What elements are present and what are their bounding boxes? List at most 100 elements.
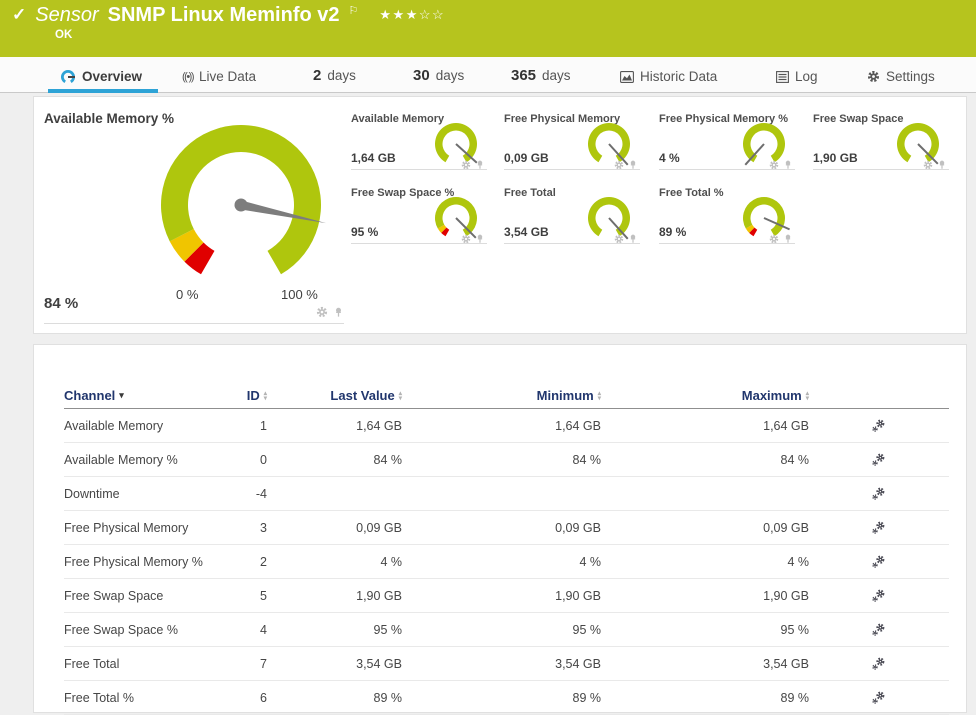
pin-icon[interactable] <box>783 157 793 175</box>
channel-gauge-value: 95 % <box>351 225 379 239</box>
cell-last-value: 0,09 GB <box>356 520 402 535</box>
gauge-scale-max: 100 % <box>281 287 318 302</box>
log-list-icon <box>776 70 789 83</box>
gear-icon[interactable] <box>923 157 933 175</box>
channel-settings-icon[interactable] <box>809 691 949 705</box>
gear-icon[interactable] <box>614 157 624 175</box>
divider <box>351 169 487 170</box>
column-header-last-value[interactable]: Last Value ▴ ▾ <box>267 388 402 403</box>
gear-icon <box>867 70 880 83</box>
divider <box>351 243 487 244</box>
cell-id: -4 <box>255 486 267 501</box>
tab-settings[interactable]: Settings <box>867 69 935 84</box>
cell-last-value: 3,54 GB <box>356 656 402 671</box>
priority-stars[interactable]: ★★★☆☆ <box>379 7 445 23</box>
table-row[interactable]: Free Physical Memory 3 0,09 GB 0,09 GB 0,09 … <box>64 511 949 545</box>
cell-channel: Available Memory % <box>64 452 178 467</box>
tab-historic-data[interactable]: Historic Data <box>620 69 717 84</box>
sensor-header-bar: ✓ Sensor SNMP Linux Meminfo v2 ⚐ ★★★☆☆ O… <box>0 0 976 57</box>
channel-settings-icon[interactable] <box>809 623 949 637</box>
tab-log[interactable]: Log <box>776 69 818 84</box>
channel-settings-icon[interactable] <box>809 555 949 569</box>
pin-icon[interactable] <box>333 305 344 323</box>
channel-gauge-tile: Free Swap Space % 95 % <box>351 187 487 245</box>
tab-bar: Overview ((•)) Live Data 2 days 30 days … <box>0 57 976 93</box>
cell-last-value: 4 % <box>380 554 402 569</box>
pin-icon[interactable] <box>783 231 793 249</box>
primary-channel-gauge <box>135 113 347 288</box>
channel-settings-icon[interactable] <box>809 487 949 501</box>
priority-flag-icon[interactable]: ⚐ <box>349 4 359 17</box>
gear-icon[interactable] <box>461 231 471 249</box>
channel-gauge-value: 3,54 GB <box>504 225 549 239</box>
channel-settings-icon[interactable] <box>809 589 949 603</box>
channel-gauge-tile: Free Total % 89 % <box>659 187 795 245</box>
pin-icon[interactable] <box>628 157 638 175</box>
cell-channel: Free Total <box>64 656 120 671</box>
tab-2-days[interactable]: 2 days <box>313 67 356 84</box>
gauge-scale-min: 0 % <box>176 287 199 302</box>
tab-overview[interactable]: Overview <box>60 69 142 84</box>
channel-gauge-value: 1,64 GB <box>351 151 396 165</box>
column-header-maximum[interactable]: Maximum ▴ ▾ <box>601 388 809 403</box>
gear-icon[interactable] <box>769 157 779 175</box>
table-row[interactable]: Free Physical Memory % 2 4 % 4 % 4 % <box>64 545 949 579</box>
column-header-minimum[interactable]: Minimum ▴ ▾ <box>402 388 601 403</box>
cell-minimum: 1,90 GB <box>555 588 601 603</box>
pin-icon[interactable] <box>475 231 485 249</box>
pin-icon[interactable] <box>475 157 485 175</box>
gear-icon[interactable] <box>461 157 471 175</box>
gear-icon[interactable] <box>614 231 624 249</box>
channel-settings-icon[interactable] <box>809 521 949 535</box>
active-tab-underline <box>48 89 158 93</box>
channel-gauge-value: 4 % <box>659 151 680 165</box>
channels-table-body: Available Memory 1 1,64 GB 1,64 GB 1,64 GB Av… <box>64 409 949 715</box>
channel-gauge-title: Free Swap Space <box>813 113 904 125</box>
channel-settings-icon[interactable] <box>809 419 949 433</box>
cell-last-value: 1,64 GB <box>356 418 402 433</box>
object-kind-label: Sensor <box>35 4 99 26</box>
channel-gauge-tile: Free Physical Memory 0,09 GB <box>504 113 640 171</box>
tab-live-data[interactable]: ((•)) Live Data <box>182 69 256 84</box>
table-row[interactable]: Available Memory 1 1,64 GB 1,64 GB 1,64 GB <box>64 409 949 443</box>
divider <box>659 243 795 244</box>
table-row[interactable]: Free Total % 6 89 % 89 % 89 % <box>64 681 949 715</box>
cell-channel: Free Swap Space % <box>64 622 178 637</box>
table-row[interactable]: Free Swap Space % 4 95 % 95 % 95 % <box>64 613 949 647</box>
pin-icon[interactable] <box>937 157 947 175</box>
cell-id: 6 <box>260 690 267 705</box>
tab-30-days[interactable]: 30 days <box>413 67 464 84</box>
table-row[interactable]: Free Total 7 3,54 GB 3,54 GB 3,54 GB <box>64 647 949 681</box>
channel-gauge-tile: Available Memory 1,64 GB <box>351 113 487 171</box>
divider <box>44 323 344 324</box>
table-row[interactable]: Downtime -4 <box>64 477 949 511</box>
channel-gauge-title: Free Total <box>504 187 556 199</box>
cell-channel: Free Total % <box>64 690 134 705</box>
cell-minimum: 1,64 GB <box>555 418 601 433</box>
divider <box>659 169 795 170</box>
column-header-channel[interactable]: Channel ▾ <box>64 388 239 403</box>
sensor-title: SNMP Linux Meminfo v2 <box>107 4 340 26</box>
table-header-row: Channel ▾ ID ▴ ▾ Last Value ▴ ▾ Minimum ▴ ▾… <box>64 383 949 409</box>
cell-maximum: 89 % <box>780 690 810 705</box>
table-row[interactable]: Free Swap Space 5 1,90 GB 1,90 GB 1,90 GB <box>64 579 949 613</box>
column-header-id[interactable]: ID ▴ ▾ <box>239 388 267 403</box>
primary-channel-value: 84 % <box>44 295 79 312</box>
channel-gauge-title: Free Total % <box>659 187 724 199</box>
divider <box>504 243 640 244</box>
cell-id: 4 <box>260 622 267 637</box>
channel-gauge-tile: Free Swap Space 1,90 GB <box>813 113 949 171</box>
channel-settings-icon[interactable] <box>809 453 949 467</box>
gear-icon[interactable] <box>769 231 779 249</box>
pin-icon[interactable] <box>628 231 638 249</box>
gear-icon[interactable] <box>316 305 328 323</box>
cell-last-value: 95 % <box>373 622 403 637</box>
cell-channel: Downtime <box>64 486 120 501</box>
channel-settings-icon[interactable] <box>809 657 949 671</box>
cell-id: 0 <box>260 452 267 467</box>
cell-id: 3 <box>260 520 267 535</box>
table-row[interactable]: Available Memory % 0 84 % 84 % 84 % <box>64 443 949 477</box>
cell-minimum: 0,09 GB <box>555 520 601 535</box>
tab-365-days[interactable]: 365 days <box>511 67 571 84</box>
cell-maximum: 1,90 GB <box>763 588 809 603</box>
